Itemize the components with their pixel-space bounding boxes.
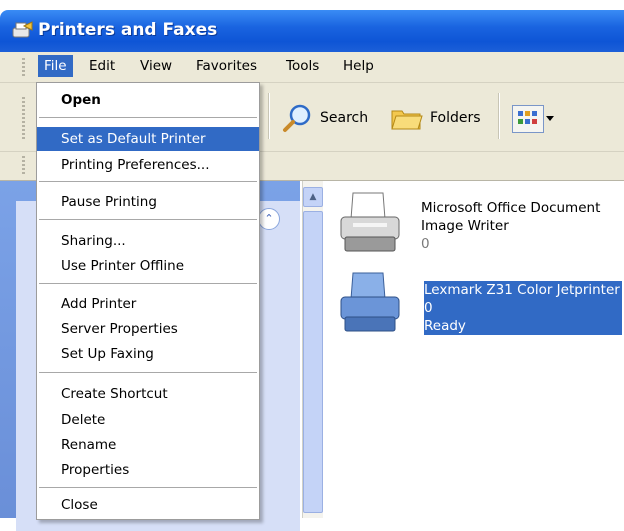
printer-name-line1: Microsoft Office Document (421, 200, 601, 216)
menu-item-use-printer-offline[interactable]: Use Printer Offline (37, 254, 259, 278)
menu-item-set-up-faxing[interactable]: Set Up Faxing (37, 342, 259, 366)
menubar-grip (22, 58, 25, 78)
printer-label: Lexmark Z31 Color Jetprinter 0 Ready (424, 281, 622, 335)
menu-separator (39, 181, 257, 182)
toolbar-separator (268, 93, 270, 139)
menu-item-delete[interactable]: Delete (37, 408, 259, 432)
menu-separator (39, 372, 257, 373)
menu-item-properties[interactable]: Properties (37, 458, 259, 482)
task-pane-scrollbar[interactable]: ▲ (302, 181, 323, 518)
menu-item-sharing[interactable]: Sharing... (37, 229, 259, 253)
printer-icon (340, 192, 400, 252)
toolbar-separator (498, 93, 500, 139)
printer-jobs: 0 (424, 299, 622, 317)
menu-item-close[interactable]: Close (37, 493, 259, 517)
title-bar: Printers and Faxes (0, 10, 624, 52)
printer-name: Lexmark Z31 Color Jetprinter (424, 281, 622, 299)
menu-separator (39, 283, 257, 284)
menu-bar: File Edit View Favorites Tools Help (0, 52, 624, 83)
menu-favorites[interactable]: Favorites (196, 58, 257, 74)
file-menu-dropdown: Open Set as Default Printer Printing Pre… (36, 82, 260, 520)
menu-item-printing-preferences[interactable]: Printing Preferences... (37, 153, 259, 177)
search-button[interactable]: Search (280, 101, 368, 135)
menu-item-add-printer[interactable]: Add Printer (37, 292, 259, 316)
printers-folder-icon (12, 21, 33, 38)
search-icon (283, 104, 311, 132)
menu-edit[interactable]: Edit (89, 58, 115, 74)
menu-item-rename[interactable]: Rename (37, 433, 259, 457)
menu-tools[interactable]: Tools (286, 58, 319, 74)
printer-label: Microsoft Office Document Image Writer 0 (421, 199, 600, 253)
menu-item-set-default-printer[interactable]: Set as Default Printer (37, 127, 259, 151)
menu-separator (39, 117, 257, 118)
address-grip (22, 156, 25, 174)
menu-item-open[interactable]: Open (37, 88, 259, 112)
folders-button[interactable]: Folders (390, 101, 481, 135)
scroll-thumb[interactable] (303, 211, 323, 513)
menu-item-pause-printing[interactable]: Pause Printing (37, 190, 259, 214)
scroll-up-arrow-icon[interactable]: ▲ (303, 187, 323, 207)
printer-status: Ready (424, 317, 622, 335)
collapse-chevron-icon[interactable]: ⌃ (258, 208, 280, 230)
menu-item-create-shortcut[interactable]: Create Shortcut (37, 382, 259, 406)
views-dropdown-arrow-icon[interactable] (546, 116, 554, 121)
window-title: Printers and Faxes (38, 20, 218, 40)
printer-list: Microsoft Office Document Image Writer 0… (323, 181, 624, 518)
menu-separator (39, 487, 257, 488)
folders-label: Folders (430, 110, 481, 126)
printer-jobs: 0 (421, 236, 430, 252)
printer-icon (340, 272, 400, 332)
search-label: Search (320, 110, 369, 126)
views-icon[interactable] (512, 105, 544, 133)
printer-name-line2: Image Writer (421, 218, 509, 234)
toolbar-grip (22, 97, 25, 141)
menu-separator (39, 219, 257, 220)
menu-item-server-properties[interactable]: Server Properties (37, 317, 259, 341)
folders-icon (391, 110, 423, 130)
menu-file[interactable]: File (38, 55, 73, 77)
menu-view[interactable]: View (140, 58, 172, 74)
menu-help[interactable]: Help (343, 58, 374, 74)
